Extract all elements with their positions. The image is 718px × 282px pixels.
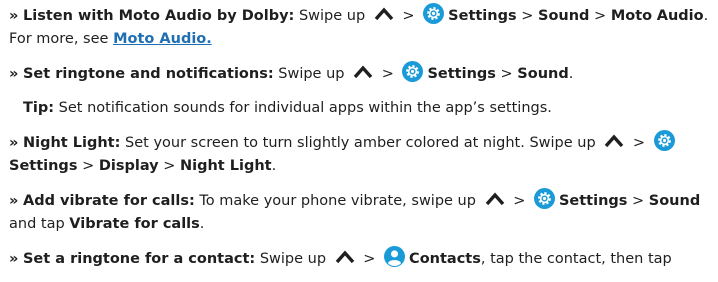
tip-note: Tip: Set notification sounds for individ…: [9, 97, 715, 120]
bullet-marker: »: [9, 193, 19, 209]
period: .: [568, 66, 574, 82]
gt-separator: >: [632, 193, 645, 209]
caret-up-icon: [374, 7, 394, 21]
entry-title: Set a ringtone for a contact:: [22, 251, 256, 267]
moto-audio-link[interactable]: Moto Audio.: [113, 31, 212, 47]
contacts-person-icon: [384, 246, 406, 267]
gt-separator: >: [82, 157, 95, 174]
settings-label: Settings: [9, 157, 78, 174]
gt-separator: >: [632, 135, 646, 151]
entry-title: Set ringtone and notifications:: [22, 66, 274, 82]
sound-label: Sound: [538, 8, 590, 24]
gt-separator: >: [521, 8, 534, 24]
bullet-marker: »: [9, 66, 19, 82]
entry-title: Night Light:: [22, 135, 121, 151]
step-text: Swipe up: [259, 251, 327, 267]
gt-separator: >: [163, 157, 176, 174]
gt-separator: >: [500, 66, 513, 82]
settings-label: Settings: [558, 193, 628, 209]
step-text: and tap: [9, 215, 65, 232]
night-light-label: Night Light: [179, 157, 272, 174]
tip-vibrate-calls: » Add vibrate for calls: To make your ph…: [9, 188, 715, 235]
step-text: Swipe up: [298, 8, 366, 24]
caret-up-icon: [335, 250, 354, 264]
display-label: Display: [98, 157, 159, 174]
caret-up-icon: [353, 65, 373, 79]
settings-gear-icon: [653, 130, 675, 151]
sound-label: Sound: [648, 193, 701, 209]
settings-label: Settings: [427, 66, 496, 82]
entry-title: Listen with Moto Audio by Dolby:: [22, 8, 295, 24]
settings-gear-icon: [533, 188, 555, 209]
settings-label: Settings: [448, 8, 517, 24]
caret-up-icon: [485, 192, 504, 206]
step-text: Swipe up: [278, 66, 345, 82]
moto-audio-label: Moto: [610, 8, 653, 24]
step-text: Set your screen to turn slightly amber c…: [125, 135, 596, 151]
tip-text: Set notification sounds for individual a…: [58, 99, 552, 116]
tip-label: Tip:: [23, 99, 55, 116]
step-text: To make your phone vibrate, swipe up: [199, 193, 476, 209]
gt-separator: >: [594, 8, 607, 24]
tip-contact-ringtone: » Set a ringtone for a contact: Swipe up…: [9, 246, 715, 271]
vibrate-for-calls-label: Vibrate for calls: [69, 215, 200, 232]
period: .: [199, 215, 205, 232]
step-text: , tap the contact, then tap: [480, 251, 672, 267]
bullet-marker: »: [9, 251, 19, 267]
settings-gear-icon: [423, 3, 445, 24]
period: .: [271, 157, 277, 174]
gt-separator: >: [402, 8, 415, 24]
bullet-marker: »: [9, 8, 19, 24]
moto-audio-label-cont: Audio: [656, 8, 704, 24]
entry-title: Add vibrate for calls:: [22, 193, 195, 209]
tip-listen-moto-audio: » Listen with Moto Audio by Dolby: Swipe…: [9, 3, 715, 50]
bullet-marker: »: [9, 135, 19, 151]
gt-separator: >: [513, 193, 526, 209]
tip-ringtone-notifications: » Set ringtone and notifications: Swipe …: [9, 61, 715, 86]
caret-up-icon: [605, 134, 624, 148]
tip-night-light: » Night Light: Set your screen to turn s…: [9, 130, 715, 177]
gt-separator: >: [381, 66, 394, 82]
settings-gear-icon: [402, 61, 424, 82]
sound-label: Sound: [517, 66, 569, 82]
document-body: » Listen with Moto Audio by Dolby: Swipe…: [9, 3, 715, 282]
gt-separator: >: [363, 251, 376, 267]
contacts-label: Contacts: [409, 251, 481, 267]
